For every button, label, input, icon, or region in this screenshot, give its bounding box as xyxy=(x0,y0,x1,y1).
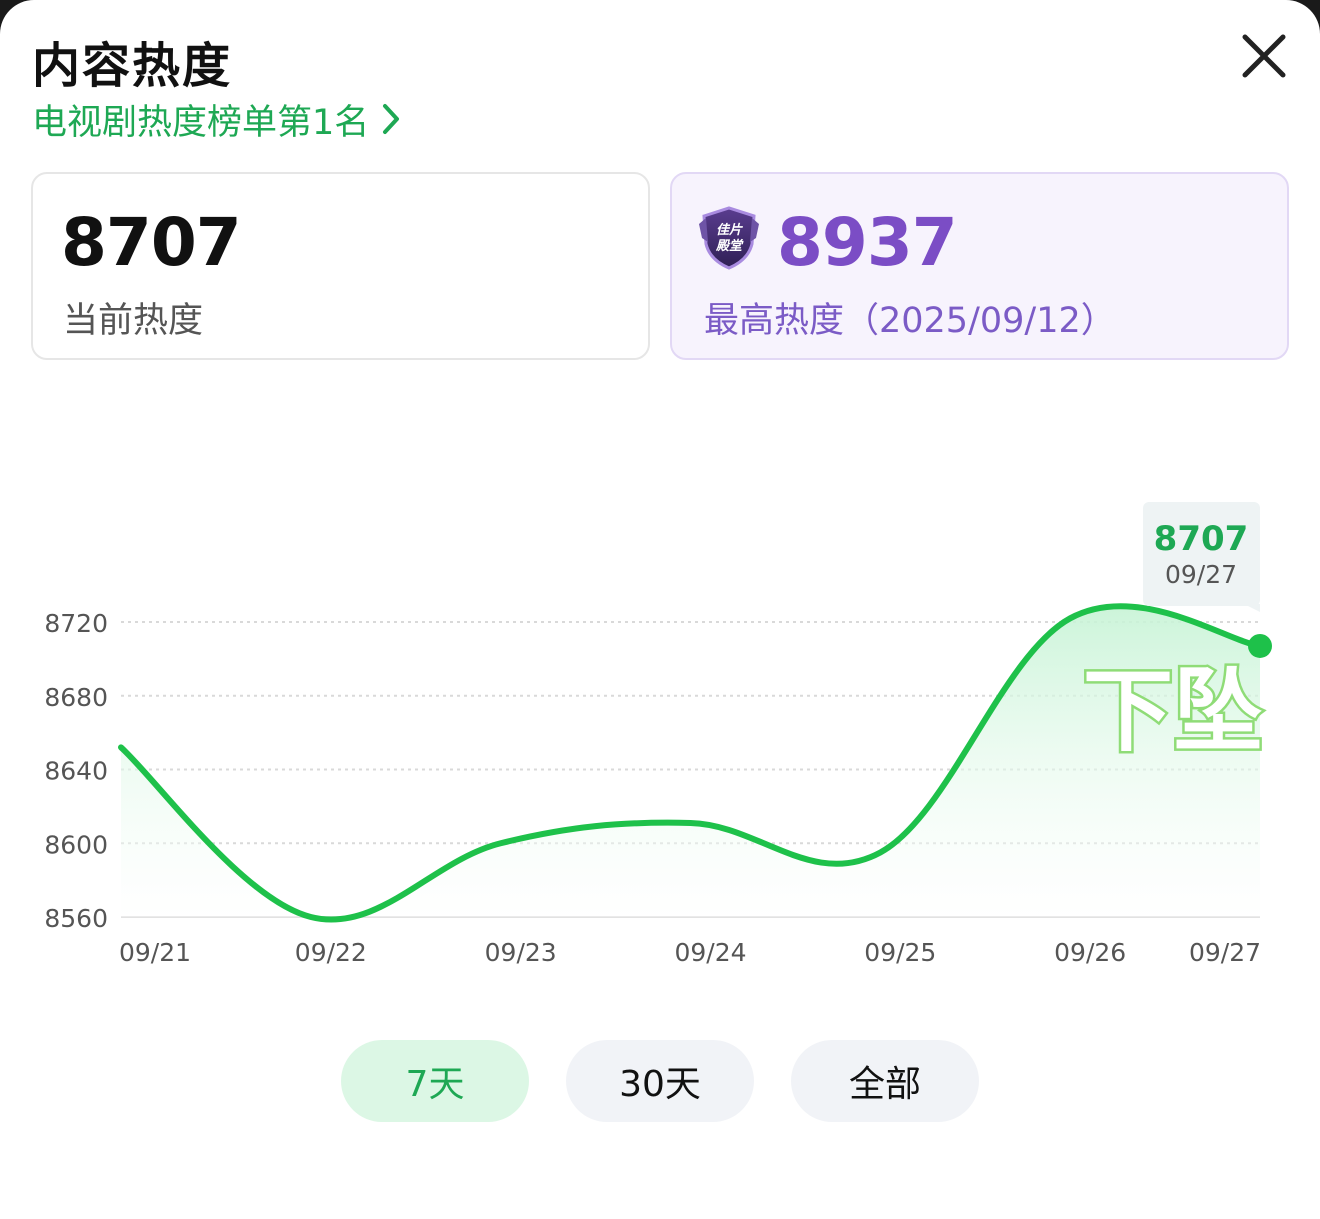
y-tick-label: 8680 xyxy=(44,683,108,712)
heat-trend-chart: 8720 8680 8640 8600 8560 09/21 09/22 09/23 09/24… xyxy=(44,502,1272,967)
peak-heat-card: 佳片 殿堂 8937 最高热度（2025/09/12） xyxy=(670,172,1289,360)
close-icon[interactable] xyxy=(1238,30,1290,82)
y-tick-label: 8720 xyxy=(44,609,108,638)
y-tick-label: 8560 xyxy=(44,904,108,933)
y-tick-label: 8600 xyxy=(44,830,108,859)
x-tick-label: 09/25 xyxy=(864,938,936,967)
tooltip-pointer xyxy=(1244,604,1260,612)
peak-heat-label: 最高热度（2025/09/12） xyxy=(704,301,1116,341)
rank-link-label: 电视剧热度榜单第1名 xyxy=(32,102,370,143)
peak-heat-value: 8937 xyxy=(777,204,958,281)
x-tick-label: 09/26 xyxy=(1054,938,1126,967)
y-tick-label: 8640 xyxy=(44,757,108,786)
badge-text-bottom: 殿堂 xyxy=(715,238,744,254)
range-tabs: 7天 30天 全部 xyxy=(0,1040,1320,1124)
page-title: 内容热度 xyxy=(32,38,233,94)
tooltip: 870709/27 xyxy=(1143,502,1260,612)
tab-all[interactable]: 全部 xyxy=(791,1040,979,1122)
current-heat-value: 8707 xyxy=(61,204,242,281)
x-tick-label: 09/23 xyxy=(485,938,557,967)
current-heat-label: 当前热度 xyxy=(63,301,204,341)
x-tick-label: 09/27 xyxy=(1189,938,1261,967)
tooltip-date: 09/27 xyxy=(1165,560,1237,589)
hall-of-fame-badge-icon: 佳片 殿堂 xyxy=(699,206,759,270)
tab-7-days[interactable]: 7天 xyxy=(341,1040,529,1122)
current-heat-card: 8707 当前热度 xyxy=(31,172,650,360)
rank-link[interactable]: 电视剧热度榜单第1名 xyxy=(32,96,401,143)
heat-panel: 内容热度 电视剧热度榜单第1名 8707 当前热度 佳片 殿堂 8937 最高热… xyxy=(0,0,1320,1219)
x-tick-label: 09/24 xyxy=(674,938,746,967)
badge-text-top: 佳片 xyxy=(716,222,743,238)
tab-30-days[interactable]: 30天 xyxy=(566,1040,754,1122)
last-point xyxy=(1248,633,1272,658)
x-tick-label: 09/22 xyxy=(295,938,367,967)
trend-annotation: 下坠 xyxy=(1083,659,1263,764)
chevron-right-icon xyxy=(383,104,400,134)
x-tick-label: 09/21 xyxy=(119,938,191,967)
tooltip-value: 8707 xyxy=(1154,519,1249,559)
